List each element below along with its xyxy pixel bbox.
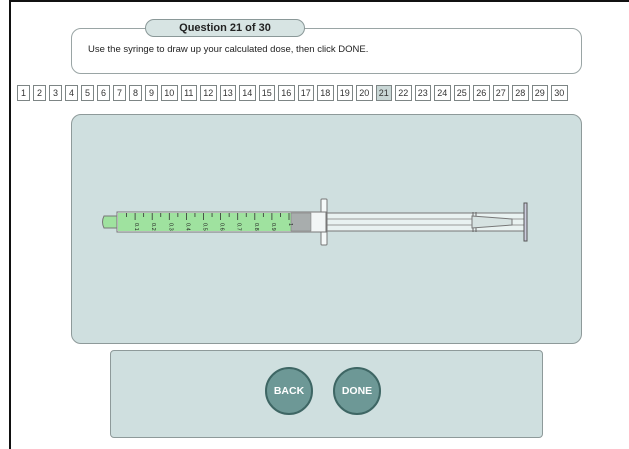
button-panel: BACK DONE	[110, 350, 543, 438]
scale-label: 0.1	[133, 223, 139, 231]
scale-label: 0.8	[253, 223, 259, 231]
page-button[interactable]: 10	[161, 85, 178, 101]
question-header: Question 21 of 30	[145, 19, 305, 37]
syringe-tip	[102, 215, 118, 229]
page-button[interactable]: 21	[375, 85, 392, 101]
scale-label: 0.3	[167, 223, 173, 231]
scale-label: 0.2	[150, 223, 156, 231]
page-button[interactable]: 26	[473, 85, 490, 101]
page-button[interactable]: 6	[97, 85, 110, 101]
page-button[interactable]: 20	[356, 85, 373, 101]
page-button[interactable]: 24	[434, 85, 451, 101]
page-button[interactable]: 18	[317, 85, 334, 101]
page-button[interactable]: 25	[453, 85, 470, 101]
page-button[interactable]: 29	[531, 85, 548, 101]
page-button[interactable]: 3	[49, 85, 62, 101]
page-button[interactable]: 9	[145, 85, 158, 101]
page-button[interactable]: 17	[297, 85, 314, 101]
scale-label: 1	[287, 223, 293, 226]
page-button[interactable]: 14	[239, 85, 256, 101]
plunger-thumb-press[interactable]	[523, 202, 528, 242]
page-button[interactable]: 8	[129, 85, 142, 101]
page-button[interactable]: 22	[395, 85, 412, 101]
page-button[interactable]: 12	[200, 85, 217, 101]
page-button[interactable]: 15	[258, 85, 275, 101]
page-button[interactable]: 7	[113, 85, 126, 101]
page-button[interactable]: 28	[512, 85, 529, 101]
page-button[interactable]: 13	[219, 85, 236, 101]
page-button[interactable]: 23	[414, 85, 431, 101]
page-button[interactable]: 16	[278, 85, 295, 101]
page-button[interactable]: 30	[551, 85, 568, 101]
done-button[interactable]: DONE	[333, 367, 381, 415]
scale-label: 0.9	[270, 223, 276, 231]
syringe-panel: 0.1 0.2 0.3 0.4 0.5 0.6 0.7 0.8 0.9 1	[71, 114, 582, 344]
scale-label: 0.7	[236, 223, 242, 231]
syringe[interactable]: 0.1 0.2 0.3 0.4 0.5 0.6 0.7 0.8 0.9 1	[72, 115, 583, 345]
question-pager: 1 2 3 4 5 6 7 8 9 10 11 12 13 14 15 16 17 18 19 20 21 22 23 24 2…	[17, 85, 571, 101]
scale-label: 0.5	[202, 223, 208, 231]
page-button[interactable]: 5	[81, 85, 94, 101]
window-frame-top	[9, 0, 629, 2]
page-button[interactable]: 1	[17, 85, 30, 101]
question-instruction: Use the syringe to draw up your calculat…	[88, 44, 369, 55]
back-button[interactable]: BACK	[265, 367, 313, 415]
page-button[interactable]: 4	[65, 85, 78, 101]
page-button[interactable]: 11	[180, 85, 197, 101]
page-button[interactable]: 27	[492, 85, 509, 101]
scale-label: 0.6	[219, 223, 225, 231]
syringe-stopper	[290, 212, 312, 232]
window-frame-left	[9, 0, 11, 449]
page-button[interactable]: 2	[33, 85, 46, 101]
page-button[interactable]: 19	[336, 85, 353, 101]
scale-label: 0.4	[184, 223, 190, 231]
